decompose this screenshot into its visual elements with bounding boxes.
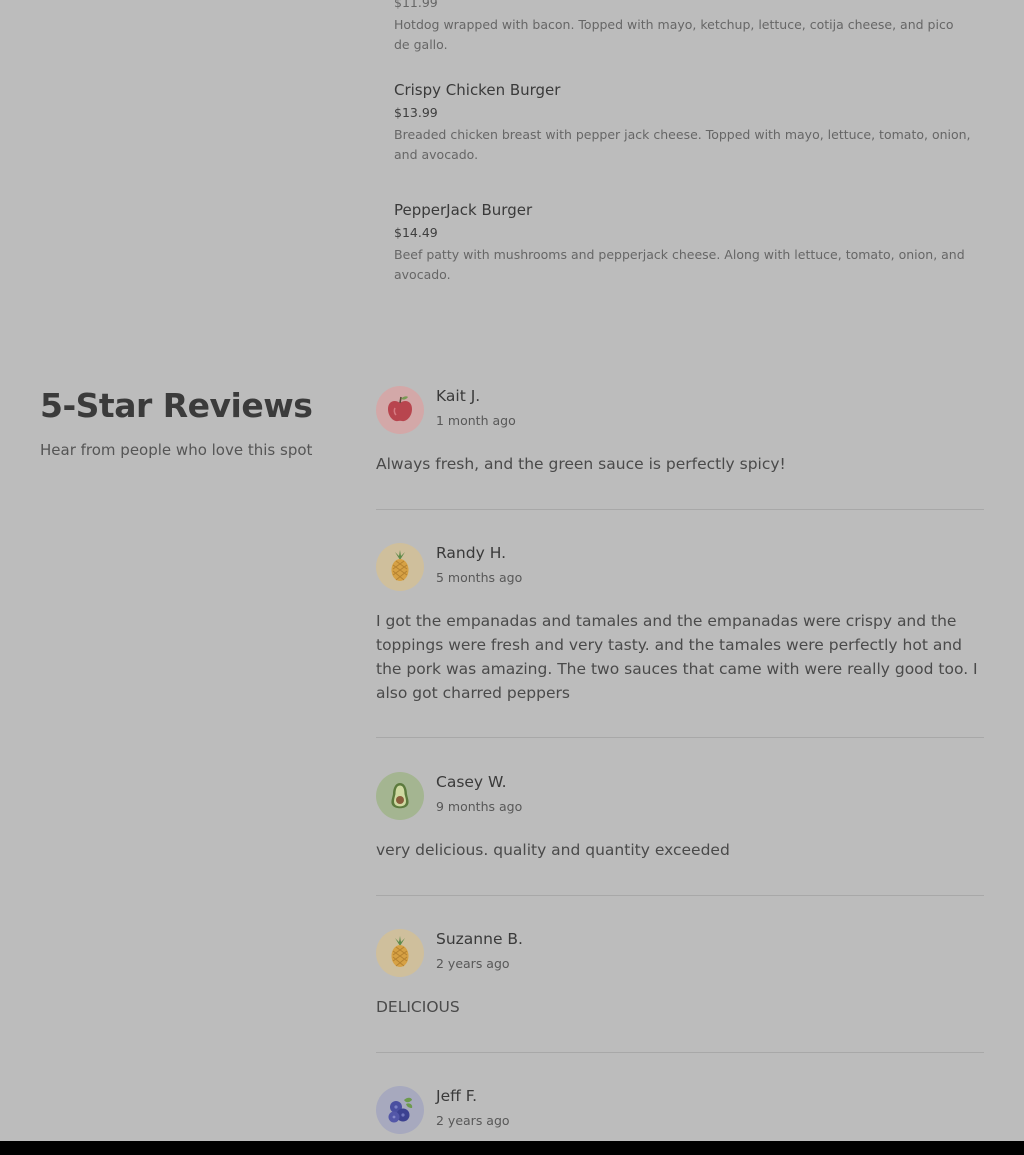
blueberry-icon [376,1086,424,1134]
review-time: 1 month ago [436,413,516,428]
review-card: Randy H. 5 months ago I got the empanada… [376,541,984,705]
menu-item-description: Hotdog wrapped with bacon. Topped with m… [394,17,954,52]
review-header: Randy H. 5 months ago [376,541,984,591]
review-text: Always fresh, and the green sauce is per… [376,455,786,473]
review-header: Suzanne B. 2 years ago [376,927,984,977]
avocado-icon [376,772,424,820]
pineapple-icon [376,543,424,591]
reviewer-name: Randy H. [436,544,506,562]
review-text: very delicious. quality and quantity exc… [376,841,730,859]
review-time: 2 years ago [436,1113,510,1128]
menu-item-price: $13.99 [394,105,438,120]
review-time: 2 years ago [436,956,510,971]
review-time: 9 months ago [436,799,523,814]
menu-item[interactable]: $11.99 Hotdog wrapped with bacon. Topped… [394,0,972,55]
review-divider [376,737,984,738]
reviewer-name: Kait J. [436,387,481,405]
bottom-bar [0,1141,1024,1155]
menu-item[interactable]: PepperJack Burger $14.49 Beef patty with… [394,200,972,285]
menu-item-description: Breaded chicken breast with pepper jack … [394,127,971,162]
review-divider [376,1052,984,1053]
reviews-subheading: Hear from people who love this spot [40,441,313,459]
menu-item-price: $14.49 [394,225,438,240]
reviewer-name: Jeff F. [436,1087,478,1105]
menu-item-name: PepperJack Burger [394,201,533,219]
review-card: Suzanne B. 2 years ago DELICIOUS [376,927,984,1019]
reviewer-name: Casey W. [436,773,507,791]
review-card: Casey W. 9 months ago very delicious. qu… [376,770,984,862]
review-header: Casey W. 9 months ago [376,770,984,820]
pineapple-icon [376,929,424,977]
menu-item[interactable]: Crispy Chicken Burger $13.99 Breaded chi… [394,80,972,165]
review-time: 5 months ago [436,570,523,585]
review-divider [376,895,984,896]
menu-item-description: Beef patty with mushrooms and pepperjack… [394,247,965,282]
review-header: Kait J. 1 month ago [376,384,984,434]
reviewer-name: Suzanne B. [436,930,523,948]
menu-item-name: Crispy Chicken Burger [394,81,561,99]
reviews-heading: 5-Star Reviews [40,386,313,425]
reviews-header: 5-Star Reviews Hear from people who love… [40,384,340,459]
review-header: Jeff F. 2 years ago [376,1084,984,1134]
apple-icon [376,386,424,434]
review-card: Kait J. 1 month ago Always fresh, and th… [376,384,984,476]
review-text: I got the empanadas and tamales and the … [376,612,978,702]
review-text: DELICIOUS [376,998,460,1016]
menu-item-price: $11.99 [394,0,438,10]
review-divider [376,509,984,510]
